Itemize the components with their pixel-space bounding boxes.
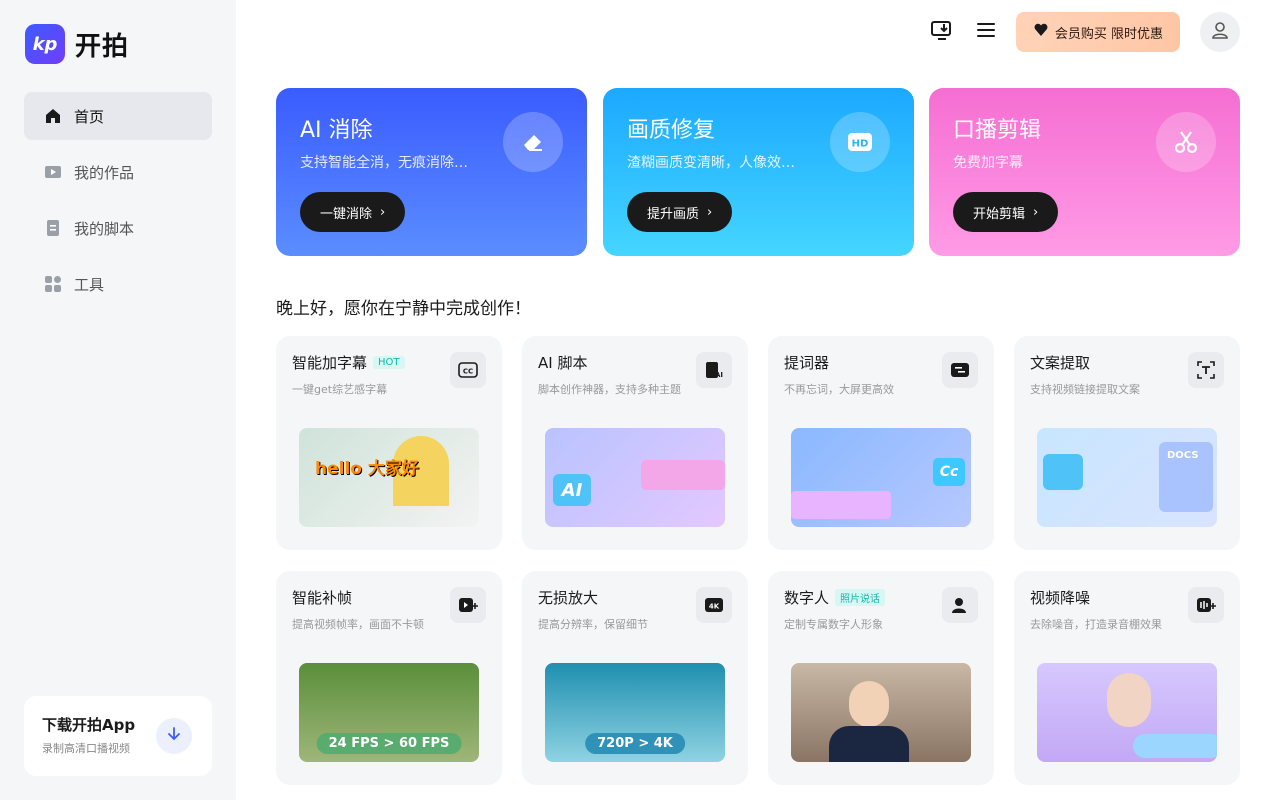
greeting-text: 晚上好，愿你在宁静中完成创作！ <box>276 299 531 319</box>
tool-thumbnail: AI <box>545 428 725 527</box>
svg-text:CC: CC <box>463 368 473 376</box>
tool-card-teleprompter[interactable]: 提词器 不再忘词，大屏更高效 Cc <box>768 336 994 550</box>
eraser-icon <box>503 112 563 172</box>
thumb-suit <box>829 726 909 762</box>
tool-thumbnail <box>791 663 971 762</box>
tool-title: 数字人 <box>784 589 830 607</box>
tool-thumbnail: 720P > 4K <box>545 663 725 762</box>
hero-action-button[interactable]: 一键消除 › <box>300 192 406 232</box>
svg-text:AI: AI <box>715 371 723 379</box>
hero-action-button[interactable]: 提升画质 › <box>627 192 733 232</box>
thumb-ai-badge: AI <box>553 474 591 506</box>
app-logo[interactable]: kp 开拍 <box>25 24 129 64</box>
play-box-icon <box>44 163 62 181</box>
tool-thumbnail: hello 大家好 <box>299 428 479 527</box>
thumb-face <box>849 681 889 727</box>
tool-card-frame-interpolation[interactable]: 智能补帧 提高视频帧率，画面不卡顿 24 FPS > 60 FPS <box>276 571 502 785</box>
chevron-right-icon: › <box>707 204 713 220</box>
hero-card-ai-erase[interactable]: AI 消除 支持智能全消，无痕消除… 一键消除 › <box>276 88 587 256</box>
user-icon <box>1210 20 1230 44</box>
ai-script-icon: AI <box>696 352 732 388</box>
tool-thumbnail: Cc <box>791 428 971 527</box>
tool-card-ai-script[interactable]: AI 脚本 脚本创作神器，支持多种主题 AI AI <box>522 336 748 550</box>
grid-icon <box>44 275 62 293</box>
tool-title: 智能加字幕 <box>292 354 368 372</box>
tool-card-lossless-upscale[interactable]: 无损放大 提高分辨率，保留细节 4K 720P > 4K <box>522 571 748 785</box>
tool-thumbnail: 24 FPS > 60 FPS <box>299 663 479 762</box>
menu-icon <box>975 19 997 45</box>
thumb-cc-badge: Cc <box>933 458 965 486</box>
hero-card-quality-repair[interactable]: 画质修复 渣糊画质变清晰，人像效… 提升画质 › HD <box>603 88 914 256</box>
vip-purchase-button[interactable]: 会员购买 限时优惠 <box>1016 12 1180 52</box>
hot-badge: HOT <box>373 356 405 369</box>
teleprompter-icon <box>942 352 978 388</box>
download-client-button[interactable] <box>930 20 954 44</box>
thumb-caption: hello 大家好 <box>315 459 419 479</box>
monitor-download-icon <box>930 18 954 46</box>
thumb-timeline <box>791 491 891 519</box>
tool-thumbnail: DOCS <box>1037 428 1217 527</box>
tool-thumbnail <box>1037 663 1217 762</box>
thumb-docs-card: DOCS <box>1159 442 1213 512</box>
fps-badge: 24 FPS > 60 FPS <box>316 733 462 754</box>
4k-icon: 4K <box>696 587 732 623</box>
hero-subtitle: 免费加字幕 <box>953 155 1023 171</box>
chevron-right-icon: › <box>380 204 386 220</box>
hero-button-label: 提升画质 <box>647 206 700 222</box>
vip-label: 会员购买 限时优惠 <box>1054 26 1164 42</box>
sidebar-item-tools[interactable]: 工具 <box>24 260 212 308</box>
photo-talk-badge: 照片说话 <box>835 589 886 606</box>
sidebar-item-works[interactable]: 我的作品 <box>24 148 212 196</box>
denoise-icon <box>1188 587 1224 623</box>
hero-button-label: 一键消除 <box>320 206 373 222</box>
sidebar-item-home[interactable]: 首页 <box>24 92 212 140</box>
home-icon <box>44 107 62 125</box>
thumb-video-card <box>1043 454 1083 490</box>
svg-text:4K: 4K <box>709 603 720 611</box>
heart-diamond-icon <box>1033 22 1049 42</box>
sidebar-item-scripts[interactable]: 我的脚本 <box>24 204 212 252</box>
arrow-down-icon <box>166 726 182 746</box>
tool-title: 视频降噪 <box>1030 589 1091 607</box>
scissors-icon <box>1156 112 1216 172</box>
thumb-face <box>1107 673 1151 727</box>
frame-icon <box>450 587 486 623</box>
tool-card-video-denoise[interactable]: 视频降噪 去除噪音，打造录音棚效果 <box>1014 571 1240 785</box>
download-button[interactable] <box>156 718 192 754</box>
thumb-audio-wave <box>1133 734 1217 758</box>
menu-button[interactable] <box>974 20 998 44</box>
document-icon <box>44 219 62 237</box>
sidebar-item-label: 工具 <box>74 275 105 294</box>
chevron-right-icon: › <box>1033 204 1039 220</box>
tool-title: 无损放大 <box>538 589 599 607</box>
tool-title: 提词器 <box>784 354 830 372</box>
tool-title: 文案提取 <box>1030 354 1091 372</box>
hero-button-label: 开始剪辑 <box>973 206 1026 222</box>
hero-subtitle: 支持智能全消，无痕消除… <box>300 155 468 171</box>
download-app-card[interactable]: 下载开拍App 录制高清口播视频 <box>24 696 212 776</box>
tool-title: 智能补帧 <box>292 589 353 607</box>
sidebar-item-label: 我的脚本 <box>74 219 135 238</box>
hero-action-button[interactable]: 开始剪辑 › <box>953 192 1059 232</box>
logo-mark-icon: kp <box>25 24 65 64</box>
sidebar: kp 开拍 首页 我的作品 我的脚本 工具 下载开拍App 录制高清口播视频 <box>0 0 236 800</box>
resolution-badge: 720P > 4K <box>585 733 685 754</box>
tool-card-text-extract[interactable]: 文案提取 支持视频链接提取文案 DOCS <box>1014 336 1240 550</box>
tool-card-smart-subtitle[interactable]: 智能加字幕 HOT 一键get综艺感字幕 CC hello 大家好 <box>276 336 502 550</box>
user-avatar[interactable] <box>1200 12 1240 52</box>
svg-text:HD: HD <box>852 139 869 150</box>
hd-icon: HD <box>830 112 890 172</box>
sidebar-item-label: 首页 <box>74 107 105 126</box>
thumb-chat-bubble <box>641 460 725 490</box>
hero-subtitle: 渣糊画质变清晰，人像效… <box>627 155 795 171</box>
tool-title: AI 脚本 <box>538 354 588 372</box>
text-extract-icon <box>1188 352 1224 388</box>
logo-text: 开拍 <box>75 31 130 62</box>
tool-card-digital-human[interactable]: 数字人 照片说话 定制专属数字人形象 <box>768 571 994 785</box>
cc-icon: CC <box>450 352 486 388</box>
sidebar-nav: 首页 我的作品 我的脚本 工具 <box>24 92 212 316</box>
digital-human-icon <box>942 587 978 623</box>
hero-card-voice-edit[interactable]: 口播剪辑 免费加字幕 开始剪辑 › <box>929 88 1240 256</box>
sidebar-item-label: 我的作品 <box>74 163 135 182</box>
